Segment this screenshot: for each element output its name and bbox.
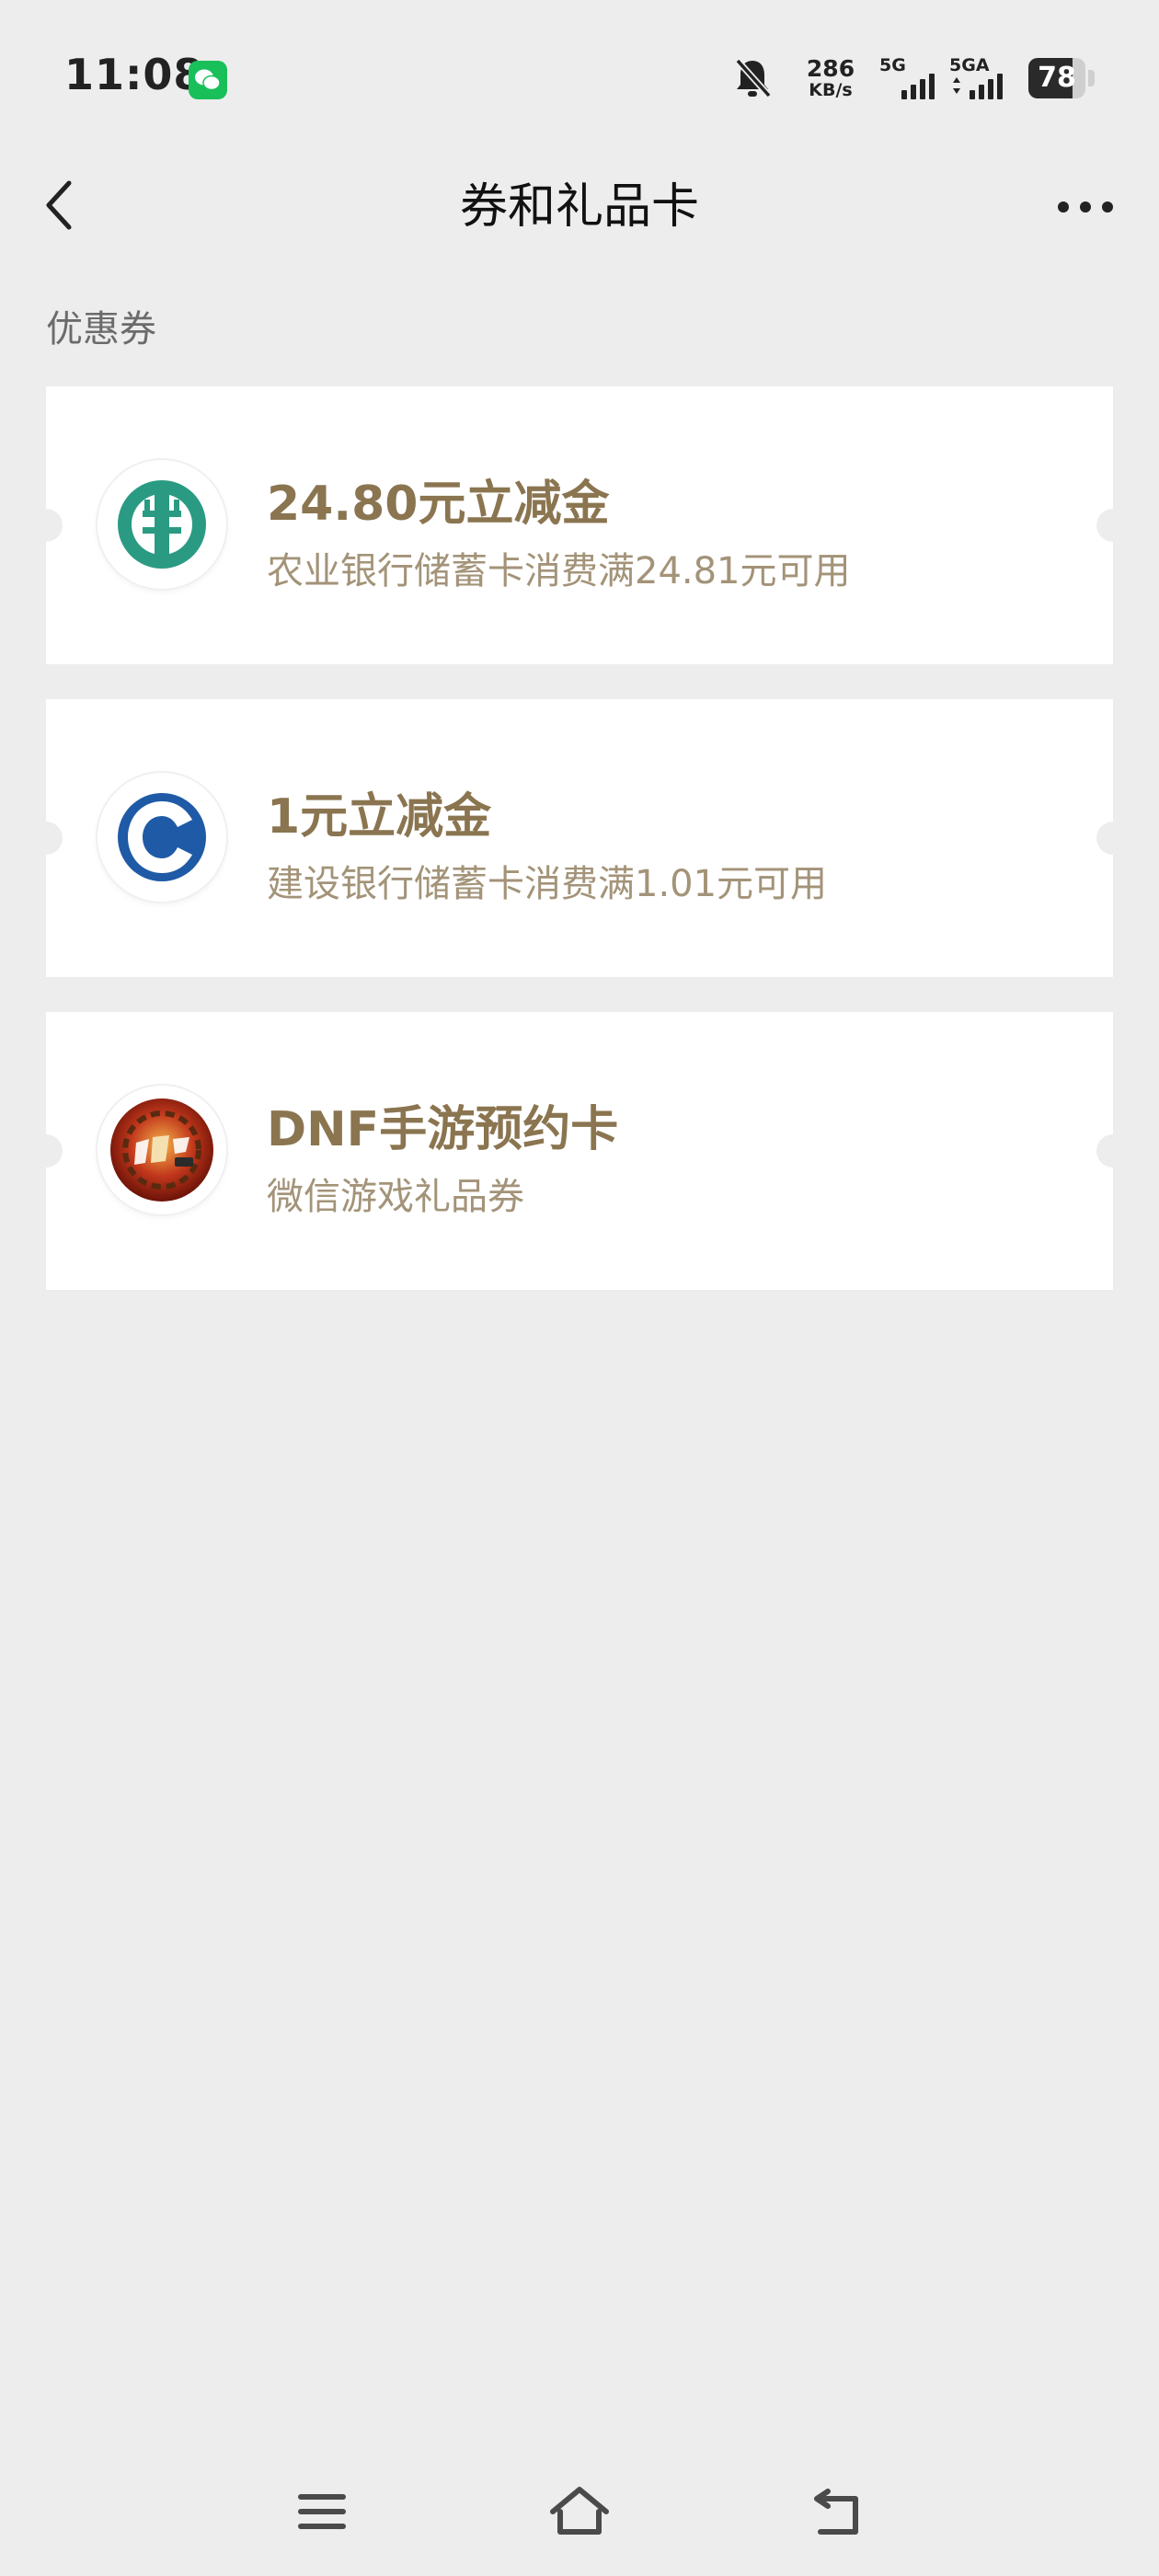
coupon-card[interactable]: DNF手游预约卡 微信游戏礼品券	[29, 1012, 1130, 1290]
status-indicators: 286 KB/s 5G 5GA 78	[732, 55, 1095, 101]
system-home-button[interactable]	[543, 2475, 616, 2548]
battery-level: 78	[1038, 62, 1076, 94]
signal-5g: 5G	[879, 55, 940, 101]
coupon-subtitle: 建设银行储蓄卡消费满1.01元可用	[267, 863, 828, 905]
dnf-game-logo	[98, 1086, 226, 1214]
system-nav-bar	[0, 2456, 1159, 2576]
coupon-subtitle: 农业银行储蓄卡消费满24.81元可用	[267, 550, 851, 592]
coupon-title: DNF手游预约卡	[267, 1102, 619, 1157]
coupon-title: 24.80元立减金	[267, 477, 610, 532]
coupon-list: 24.80元立减金 农业银行储蓄卡消费满24.81元可用 1元立减金 建设银行储…	[29, 386, 1130, 1325]
bell-off-icon	[732, 55, 773, 101]
coupon-subtitle: 微信游戏礼品券	[267, 1176, 524, 1218]
status-time: 11:08	[64, 50, 204, 99]
more-button[interactable]	[1049, 184, 1122, 230]
status-bar: 11:08 286 KB/s 5G 5GA 78	[0, 0, 1159, 156]
section-title: 优惠券	[46, 308, 156, 351]
coupon-title: 1元立减金	[267, 789, 492, 845]
network-speed: 286 KB/s	[800, 57, 861, 99]
signal-bars-icon	[953, 74, 1003, 99]
system-back-button[interactable]	[800, 2475, 874, 2548]
more-horizontal-icon	[1058, 201, 1113, 213]
coupon-card[interactable]: 1元立减金 建设银行储蓄卡消费满1.01元可用	[29, 699, 1130, 977]
wechat-icon	[189, 61, 227, 99]
network-speed-value: 286	[806, 55, 855, 82]
abc-bank-logo	[98, 460, 226, 589]
signal-bars-icon	[901, 74, 935, 99]
home-icon	[550, 2487, 609, 2535]
nav-bar: 券和礼品卡	[0, 156, 1159, 258]
network-speed-unit: KB/s	[809, 80, 853, 100]
page-title: 券和礼品卡	[459, 179, 699, 235]
signal-5ga: 5GA	[949, 55, 1010, 101]
battery-indicator: 78	[1028, 58, 1095, 98]
back-arrow-icon	[814, 2489, 858, 2535]
ccb-bank-logo	[98, 773, 226, 902]
coupon-card[interactable]: 24.80元立减金 农业银行储蓄卡消费满24.81元可用	[29, 386, 1130, 664]
system-menu-button[interactable]	[285, 2475, 359, 2548]
menu-icon	[298, 2494, 346, 2529]
